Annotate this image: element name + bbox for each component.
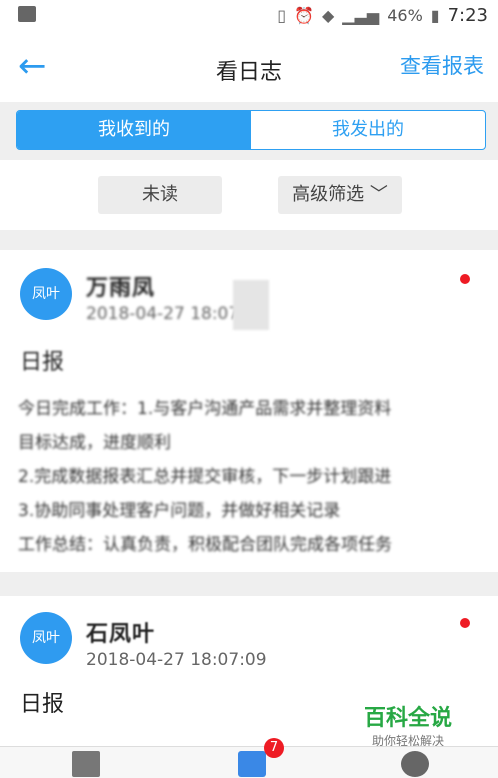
advanced-filter-button[interactable]: 高级筛选 ﹀ (278, 176, 402, 214)
top-header: ← 看日志 查看报表 (0, 30, 498, 102)
clock: 7:23 (447, 4, 488, 26)
chevron-down-icon: ﹀ (369, 184, 388, 205)
content-line: 2.完成数据报表汇总并提交审核，下一步计划跟进 (18, 467, 392, 487)
log-card[interactable]: 凤叶 万雨凤 2018-04-27 18:07:09 日报 今日完成工作：1.与… (0, 250, 498, 572)
content-line: 3.协助同事处理客户问题，并做好相关记录 (18, 501, 341, 521)
stats-chart-icon[interactable] (401, 751, 429, 777)
signal-icon: ▁▃▅ (342, 5, 380, 25)
wifi-icon: ◆ (321, 5, 335, 25)
write-log-icon[interactable] (72, 751, 100, 777)
content-line: 目标达成，进度顺利 (18, 433, 171, 453)
battery-percent: 46% (387, 5, 423, 25)
unread-dot (460, 274, 470, 284)
watermark-title: 百科全说 (363, 706, 452, 731)
blurred-thumbnail (233, 280, 269, 330)
content-line: 工作总结：认真负责，积极配合团队完成各项任务 (18, 535, 392, 555)
unread-filter-button[interactable]: 未读 (98, 176, 222, 214)
alarm-icon: ⏰ (294, 5, 314, 25)
tab-received[interactable]: 我收到的 (17, 111, 251, 149)
tab-sent[interactable]: 我发出的 (251, 111, 485, 149)
sent-time: 2018-04-27 18:07:09 (86, 650, 267, 670)
log-type: 日报 (20, 350, 65, 375)
view-report-link[interactable]: 查看报表 (400, 50, 484, 80)
view-log-icon[interactable] (238, 751, 266, 777)
log-type: 日报 (20, 692, 65, 717)
content-line: 今日完成工作：1.与客户沟通产品需求并整理资料 (18, 399, 392, 419)
filter-bar: 未读 高级筛选 ﹀ (0, 160, 498, 230)
sender-name: 石凤叶 (86, 622, 156, 647)
advanced-filter-label: 高级筛选 (292, 184, 365, 205)
gallery-icon (18, 6, 36, 22)
battery-icon: ▮ (430, 5, 440, 25)
avatar: 凤叶 (20, 612, 72, 664)
avatar: 凤叶 (20, 268, 72, 320)
notification-badge: 7 (264, 738, 284, 758)
status-right: ▯ ⏰ ◆ ▁▃▅ 46% ▮ 7:23 (277, 3, 488, 27)
watermark: 百科全说 助你轻松解决 (364, 700, 452, 749)
vibrate-icon: ▯ (277, 5, 287, 25)
bottom-tab-bar (0, 746, 498, 778)
segmented-control: 我收到的 我发出的 (16, 110, 486, 150)
sender-name: 万雨凤 (86, 276, 156, 301)
status-bar: ▯ ⏰ ◆ ▁▃▅ 46% ▮ 7:23 (0, 0, 498, 30)
unread-dot (460, 618, 470, 628)
